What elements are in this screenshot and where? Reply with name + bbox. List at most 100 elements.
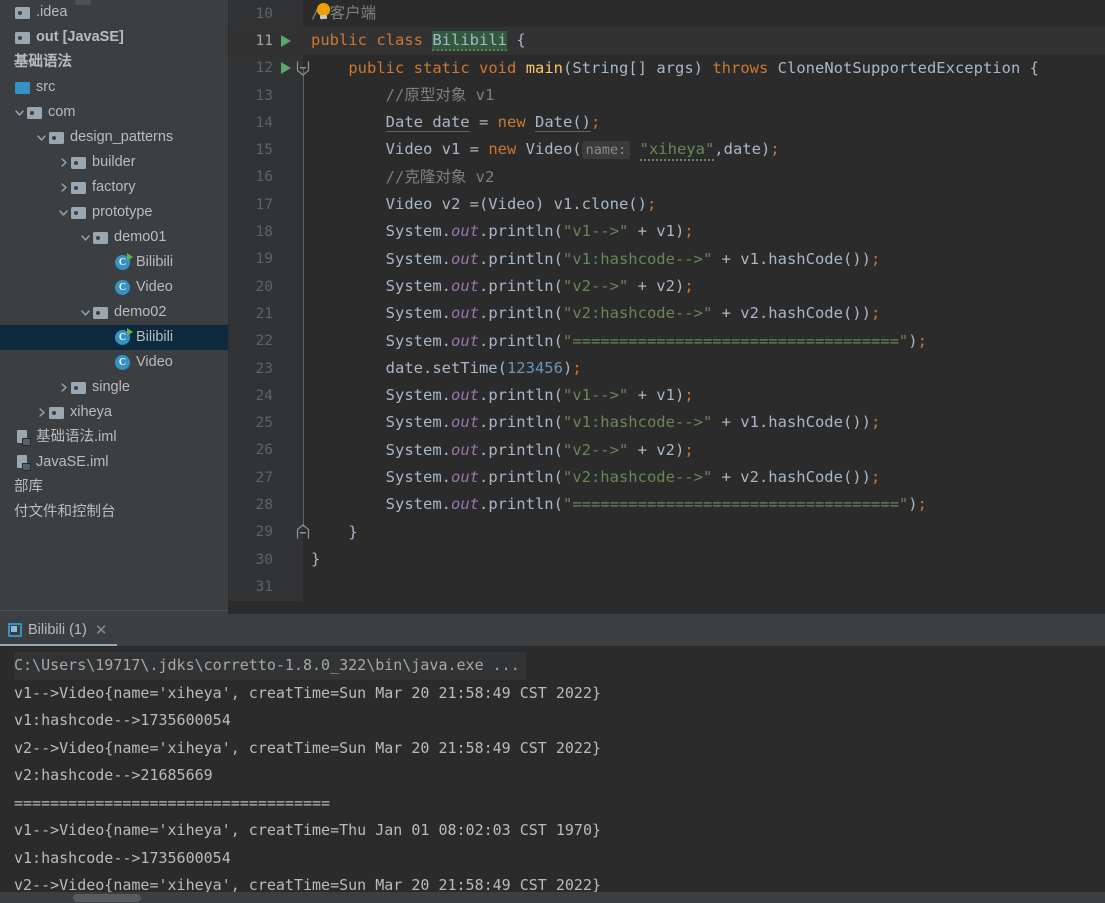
tree-item-[interactable]: 基础语法 — [0, 50, 229, 75]
code-text[interactable]: System.out.println("====================… — [303, 491, 1105, 518]
editor-gutter[interactable]: 12 — [229, 54, 303, 82]
code-line[interactable]: 29 } — [229, 518, 1105, 546]
code-lines[interactable]: 10//客户端 11 public class Bilibili {12 publi… — [229, 0, 1105, 601]
code-line[interactable]: 16 //克隆对象 v2 — [229, 163, 1105, 192]
code-text[interactable]: System.out.println("v2-->" + v2); — [303, 273, 1105, 300]
editor-gutter[interactable]: 22 — [229, 327, 303, 355]
code-text[interactable]: } — [303, 546, 1105, 573]
editor-gutter[interactable]: 30 — [229, 545, 303, 574]
code-fold-rail[interactable] — [303, 68, 304, 527]
code-line[interactable]: 28 System.out.println("=================… — [229, 491, 1105, 519]
chevron-down-icon[interactable] — [12, 100, 26, 125]
code-text[interactable]: System.out.println("v2:hashcode-->" + v2… — [303, 464, 1105, 491]
code-text[interactable]: System.out.println("v1:hashcode-->" + v1… — [303, 246, 1105, 273]
tree-item-prototype[interactable]: prototype — [0, 200, 229, 225]
chevron-down-icon[interactable] — [56, 200, 70, 225]
code-text[interactable]: System.out.println("v1-->" + v1); — [303, 382, 1105, 409]
code-text[interactable]: System.out.println("v1:hashcode-->" + v1… — [303, 409, 1105, 436]
code-text[interactable]: public static void main(String[] args) t… — [303, 55, 1105, 82]
code-line[interactable]: 22 System.out.println("=================… — [229, 327, 1105, 355]
run-gutter-icon[interactable] — [281, 62, 291, 75]
tree-item-bilibili[interactable]: C Bilibili — [0, 250, 229, 275]
chevron-right-icon[interactable] — [56, 175, 70, 200]
editor-gutter[interactable]: 25 — [229, 409, 303, 437]
fold-end-icon[interactable] — [296, 523, 310, 540]
project-tree[interactable]: .idea out [JavaSE] 基础语法 src com design_patter… — [0, 0, 229, 525]
chevron-down-icon[interactable] — [34, 125, 48, 150]
tree-item-video[interactable]: C Video — [0, 350, 229, 375]
code-line[interactable]: 19 System.out.println("v1:hashcode-->" +… — [229, 245, 1105, 273]
code-line[interactable]: 30} — [229, 545, 1105, 574]
tree-item-demo02[interactable]: demo02 — [0, 300, 229, 325]
editor-gutter[interactable]: 11 — [229, 27, 303, 55]
tree-item-javase-iml[interactable]: JavaSE.iml — [0, 450, 229, 475]
editor-gutter[interactable]: 10 — [229, 0, 303, 28]
editor-gutter[interactable]: 21 — [229, 300, 303, 328]
editor-gutter[interactable]: 26 — [229, 436, 303, 465]
code-line[interactable]: 17 Video v2 =(Video) v1.clone(); — [229, 191, 1105, 219]
run-gutter-icon[interactable] — [281, 34, 291, 47]
tree-item-out-javase[interactable]: out [JavaSE] — [0, 25, 229, 50]
code-line[interactable]: 18 System.out.println("v1-->" + v1); — [229, 218, 1105, 246]
code-line[interactable]: 13 //原型对象 v1 — [229, 81, 1105, 110]
code-text[interactable]: System.out.println("v1-->" + v1); — [303, 218, 1105, 245]
chevron-right-icon[interactable] — [34, 400, 48, 425]
code-text[interactable]: //客户端 — [303, 0, 1105, 27]
code-line[interactable]: 20 System.out.println("v2-->" + v2); — [229, 272, 1105, 301]
tree-item-idea[interactable]: .idea — [0, 0, 229, 25]
chevron-down-icon[interactable] — [78, 225, 92, 250]
console-tab-bilibili[interactable]: Bilibili (1) ✕ — [0, 614, 118, 646]
editor-gutter[interactable]: 14 — [229, 109, 303, 137]
code-line[interactable]: 12 public static void main(String[] args… — [229, 54, 1105, 82]
tree-item-demo01[interactable]: demo01 — [0, 225, 229, 250]
code-text[interactable] — [303, 573, 1105, 600]
tree-item-factory[interactable]: factory — [0, 175, 229, 200]
tree-item-xiheya[interactable]: xiheya — [0, 400, 229, 425]
code-text[interactable]: //原型对象 v1 — [303, 82, 1105, 109]
tree-item-design-patterns[interactable]: design_patterns — [0, 125, 229, 150]
editor-gutter[interactable]: 20 — [229, 272, 303, 301]
tree-item-single[interactable]: single — [0, 375, 229, 400]
code-line[interactable]: 25 System.out.println("v1:hashcode-->" +… — [229, 409, 1105, 437]
code-line[interactable]: 15 Video v1 = new Video(name: "xiheya",d… — [229, 136, 1105, 164]
code-line[interactable]: 10 //客户端 — [229, 0, 1105, 28]
fold-start-icon[interactable] — [296, 60, 310, 76]
code-text[interactable]: System.out.println("v2:hashcode-->" + v2… — [303, 300, 1105, 327]
editor-gutter[interactable]: 19 — [229, 245, 303, 273]
editor-gutter[interactable]: 17 — [229, 191, 303, 219]
tree-item-com[interactable]: com — [0, 100, 229, 125]
tree-item-[interactable]: 部库 — [0, 475, 229, 500]
code-text[interactable]: Date date = new Date(); — [303, 109, 1105, 136]
scrollbar-thumb[interactable] — [73, 894, 141, 902]
code-line[interactable]: 23 date.setTime(123456); — [229, 354, 1105, 383]
chevron-right-icon[interactable] — [56, 375, 70, 400]
chevron-down-icon[interactable] — [78, 300, 92, 325]
tree-item-iml[interactable]: 基础语法.iml — [0, 425, 229, 450]
editor-gutter[interactable]: 29 — [229, 518, 303, 546]
editor-gutter[interactable]: 31 — [229, 573, 303, 601]
code-line[interactable]: 11 public class Bilibili { — [229, 27, 1105, 55]
code-editor[interactable]: 10//客户端 11 public class Bilibili {12 publi… — [229, 0, 1105, 614]
code-text[interactable]: date.setTime(123456); — [303, 355, 1105, 382]
tree-item-video[interactable]: C Video — [0, 275, 229, 300]
editor-gutter[interactable]: 27 — [229, 464, 303, 492]
editor-gutter[interactable]: 28 — [229, 491, 303, 519]
console-horizontal-scrollbar[interactable] — [0, 892, 1105, 903]
code-text[interactable]: System.out.println("v2-->" + v2); — [303, 437, 1105, 464]
code-line[interactable]: 31 — [229, 573, 1105, 601]
editor-gutter[interactable]: 18 — [229, 218, 303, 246]
code-line[interactable]: 27 System.out.println("v2:hashcode-->" +… — [229, 464, 1105, 492]
code-text[interactable]: System.out.println("====================… — [303, 328, 1105, 355]
code-line[interactable]: 24 System.out.println("v1-->" + v1); — [229, 382, 1105, 410]
editor-gutter[interactable]: 16 — [229, 163, 303, 192]
editor-gutter[interactable]: 23 — [229, 354, 303, 383]
project-tool-window[interactable]: .idea out [JavaSE] 基础语法 src com design_patter… — [0, 0, 229, 614]
tree-item-src[interactable]: src — [0, 75, 229, 100]
tree-item-bilibili[interactable]: C Bilibili — [0, 325, 229, 350]
console-tab-bar[interactable]: Bilibili (1) ✕ — [0, 614, 1105, 646]
tree-item-builder[interactable]: builder — [0, 150, 229, 175]
code-text[interactable]: public class Bilibili { — [303, 27, 1105, 55]
code-text[interactable]: Video v2 =(Video) v1.clone(); — [303, 191, 1105, 218]
code-line[interactable]: 21 System.out.println("v2:hashcode-->" +… — [229, 300, 1105, 328]
editor-gutter[interactable]: 24 — [229, 382, 303, 410]
